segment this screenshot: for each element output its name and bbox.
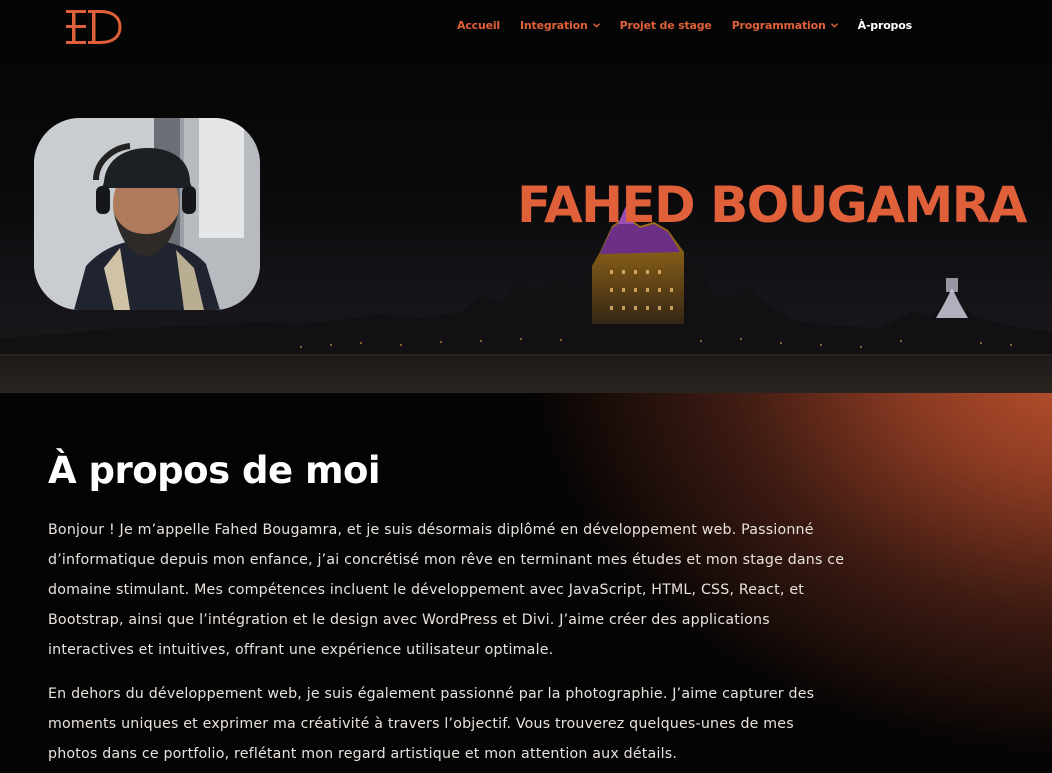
site-logo[interactable] — [66, 8, 124, 46]
about-title: À propos de moi — [48, 449, 381, 492]
site-header: Accueil Integration Projet de stage Prog… — [0, 0, 1052, 56]
nav-item-programmation[interactable]: Programmation — [732, 19, 838, 32]
hero-banner: FAHED BOUGAMRA — [0, 56, 1052, 393]
chevron-down-icon — [592, 23, 600, 28]
portrait-image — [34, 118, 260, 310]
about-section: À propos de moi Bonjour ! Je m’appelle F… — [0, 393, 1052, 773]
nav-label: Programmation — [731, 19, 826, 32]
nav-item-a-propos[interactable]: À-propos — [857, 19, 913, 32]
about-paragraph: Bonjour ! Je m’appelle Fahed Bougamra, e… — [48, 522, 845, 658]
nav-label: Projet de stage — [619, 19, 712, 32]
nav-label: Accueil — [457, 19, 500, 32]
nav-item-projet-de-stage[interactable]: Projet de stage — [620, 19, 712, 32]
nav-label: À-propos — [857, 19, 913, 32]
nav-label: Integration — [520, 19, 588, 32]
hero-name: FAHED BOUGAMRA — [517, 176, 1027, 234]
profile-photo — [34, 118, 260, 310]
nav-item-integration[interactable]: Integration — [520, 19, 600, 32]
about-paragraph: En dehors du développement web, je suis … — [48, 686, 815, 762]
chevron-down-icon — [830, 23, 838, 28]
nav-item-accueil[interactable]: Accueil — [457, 19, 500, 32]
main-nav: Accueil Integration Projet de stage Prog… — [457, 19, 932, 32]
